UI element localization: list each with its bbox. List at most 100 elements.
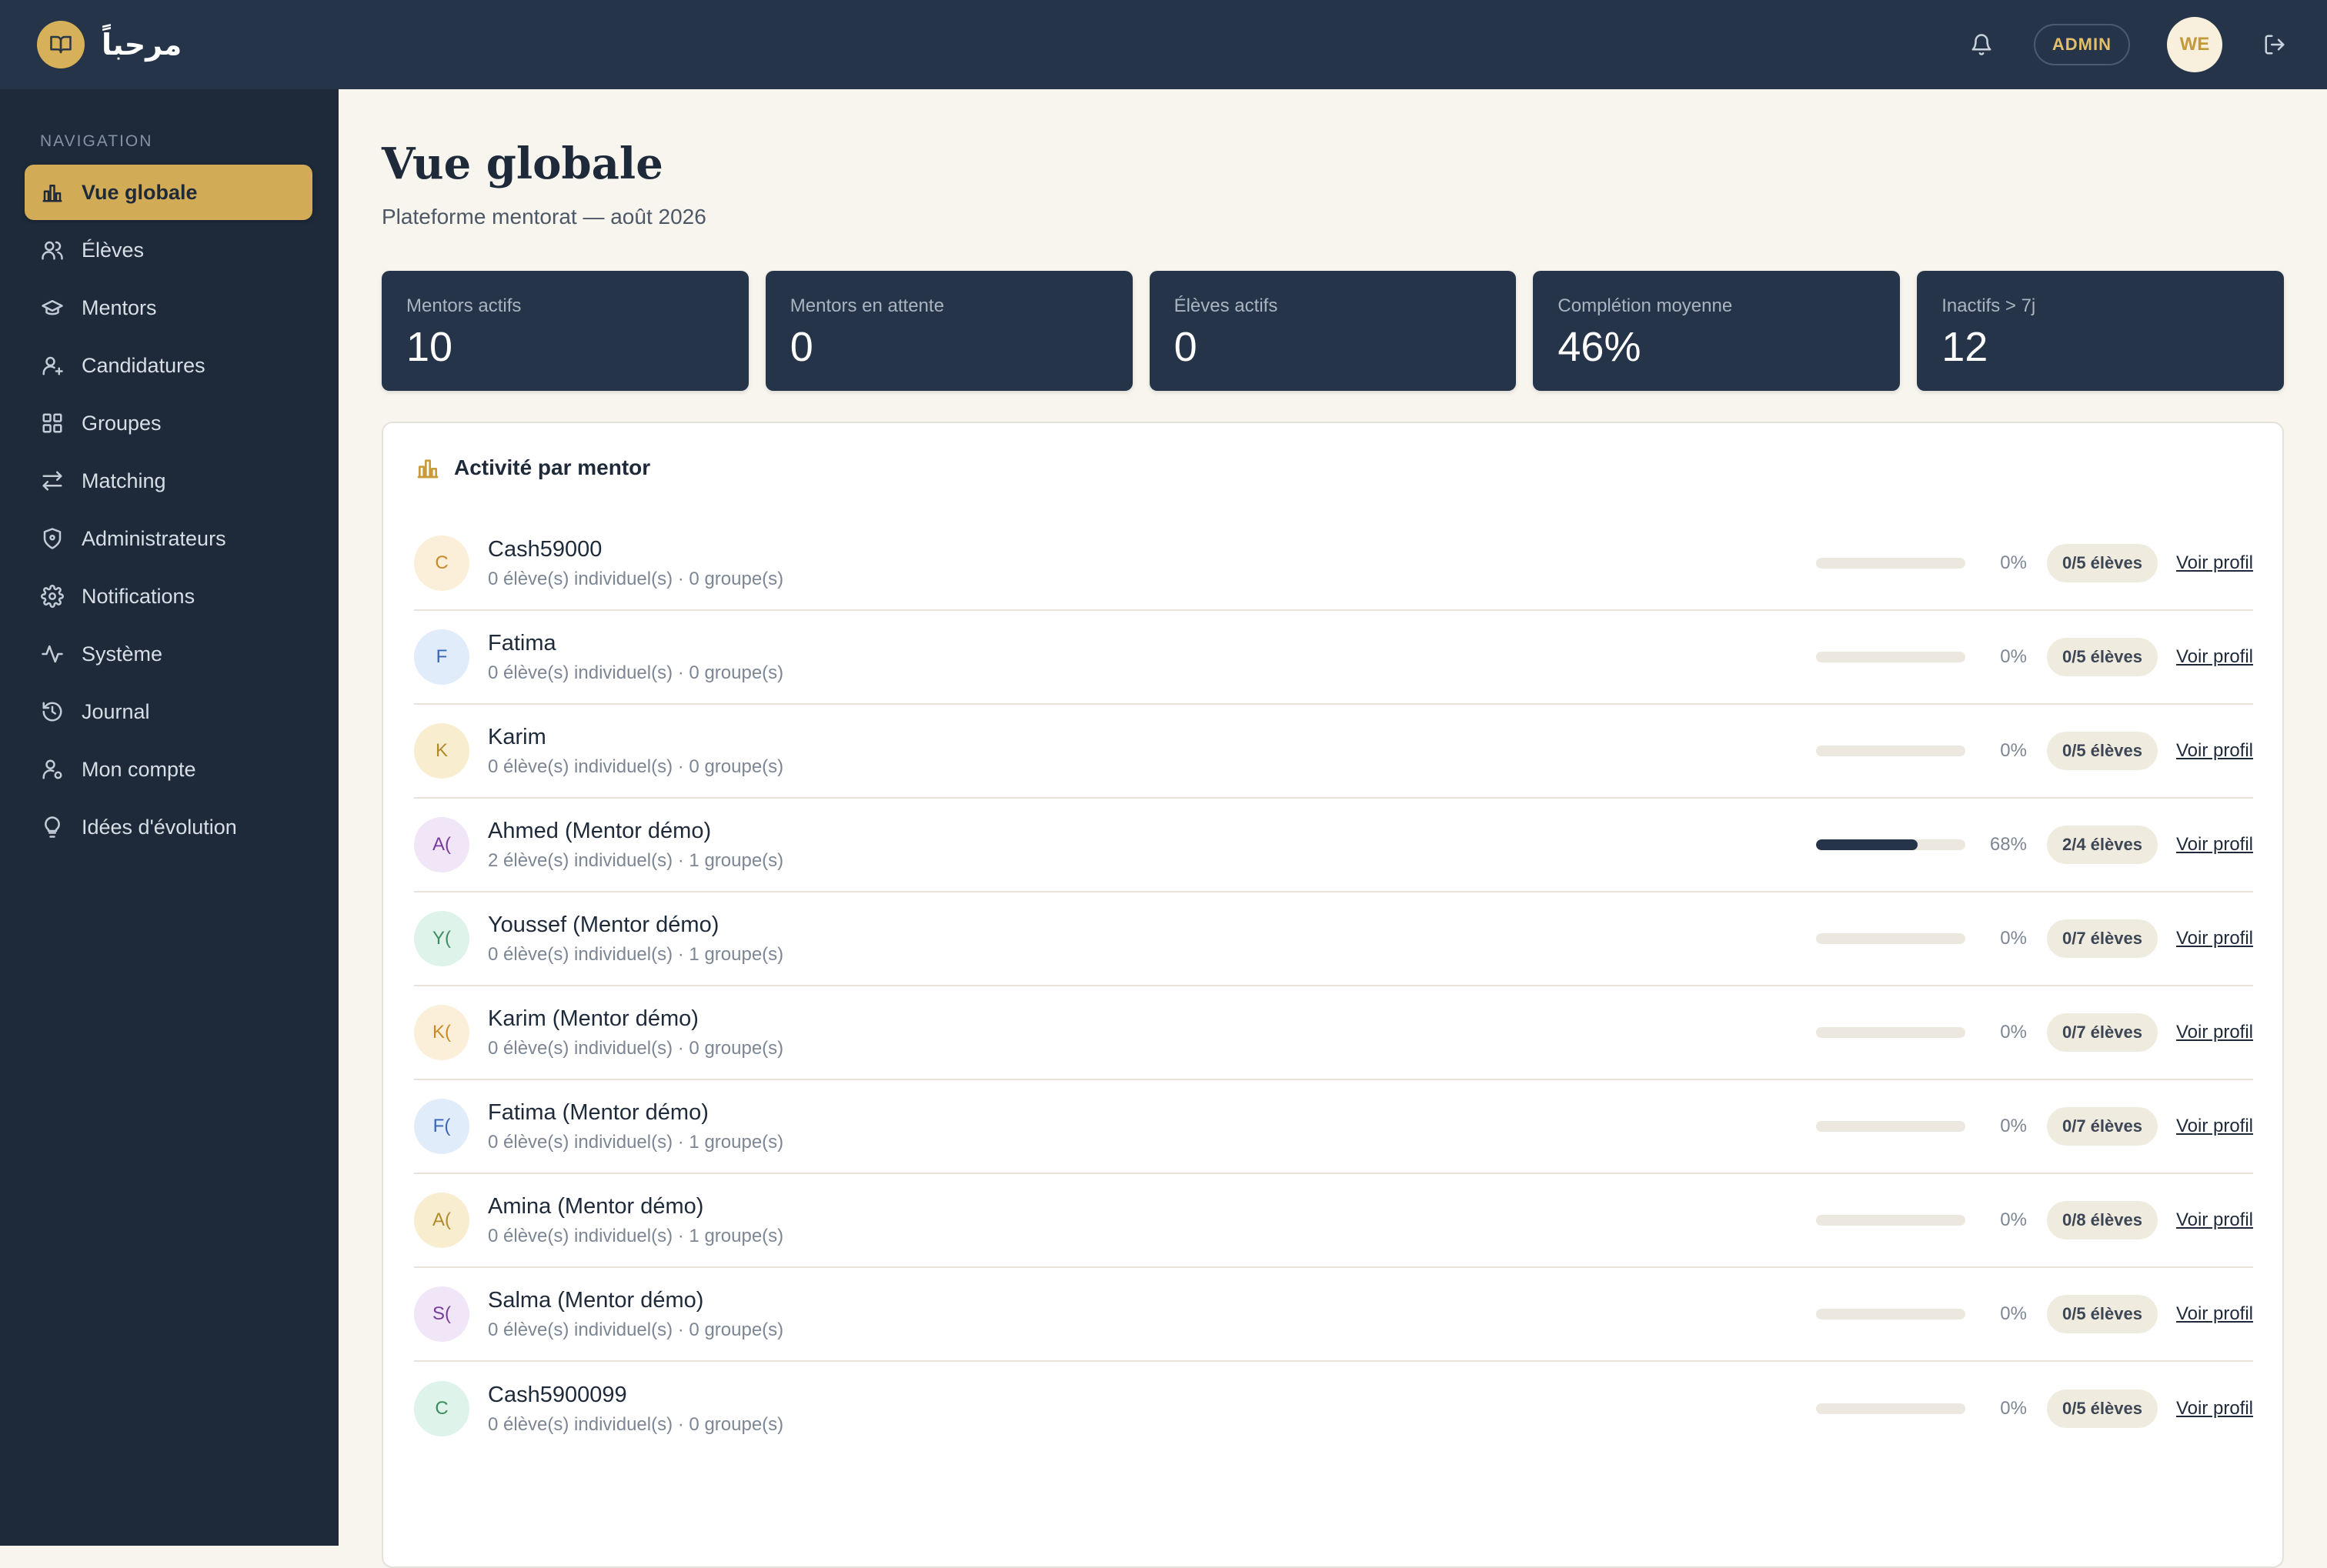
- mentor-row: K(Karim (Mentor démo) 0 élève(s) individu…: [414, 986, 2253, 1080]
- sidebar-item-vue-globale[interactable]: Vue globale: [25, 165, 312, 220]
- activity-icon: [40, 642, 65, 666]
- stat-value: 0: [1174, 324, 1197, 370]
- activity-card: Activité par mentor C Cash59000 0 élève(s)…: [382, 422, 2284, 1568]
- mentor-info: Salma (Mentor démo) 0 élève(s) individuel…: [488, 1288, 1816, 1341]
- mentor-name: Karim: [488, 724, 546, 749]
- stat-label: Élèves actifs: [1174, 295, 1278, 316]
- sidebar-item-label: Vue globale: [82, 180, 198, 204]
- mentor-list: C Cash59000 0 élève(s) individuel(s) · 0 g…: [414, 517, 2253, 1456]
- view-profile-link[interactable]: Voir profil: [2176, 552, 2253, 574]
- capacity-badge: 0/5 élèves: [2046, 544, 2158, 582]
- stat-value: 0: [790, 324, 813, 370]
- stat-label: Mentors actifs: [406, 295, 522, 316]
- progress-bar: [1815, 1403, 1965, 1414]
- mentor-row: C Cash59000 0 élève(s) individuel(s) · 0 g…: [414, 517, 2253, 611]
- view-profile-link[interactable]: Voir profil: [2176, 1116, 2253, 1137]
- mentor-summary: 0 élève(s) individuel(s) · 0 groupe(s): [488, 1319, 784, 1340]
- mentor-avatar: Y(: [414, 911, 469, 966]
- logout-icon[interactable]: [2259, 29, 2290, 60]
- mentor-summary: 2 élève(s) individuel(s) · 1 groupe(s): [488, 849, 784, 871]
- sidebar-item-eleves[interactable]: Élèves: [25, 222, 312, 278]
- sidebar-item-label: Groupes: [82, 411, 162, 435]
- view-profile-link[interactable]: Voir profil: [2176, 1398, 2253, 1420]
- mentor-row: A(Ahmed (Mentor démo) 2 élève(s) individu…: [414, 799, 2253, 892]
- sidebar-item-label: Mon compte: [82, 757, 196, 781]
- mentor-info: Fatima (Mentor démo) 0 élève(s) individue…: [488, 1100, 1816, 1153]
- sidebar-item-idees-d-evolution[interactable]: Idées d'évolution: [25, 799, 312, 855]
- stat-card: Mentors actifs 10: [382, 271, 749, 391]
- sidebar-item-label: Idées d'évolution: [82, 815, 237, 839]
- stat-label: Complétion moyenne: [1557, 295, 1733, 316]
- sidebar-item-systeme[interactable]: Système: [25, 626, 312, 682]
- stat-label: Inactifs > 7j: [1941, 295, 2036, 316]
- progress-percent: 0%: [2000, 1022, 2027, 1043]
- sidebar-item-administrateurs[interactable]: Administrateurs: [25, 511, 312, 566]
- user-plus-icon: [40, 353, 65, 378]
- top-actions: ADMIN WE: [1966, 17, 2290, 72]
- progress-bar: [1815, 652, 1965, 662]
- sidebar-item-label: Élèves: [82, 238, 145, 262]
- user-avatar[interactable]: WE: [2167, 17, 2222, 72]
- bar-chart-icon: [40, 180, 65, 205]
- brand[interactable]: مرحباً: [37, 21, 182, 68]
- user-settings-icon: [40, 757, 65, 782]
- mentor-info: Karim (Mentor démo) 0 élève(s) individuel…: [488, 1006, 1816, 1059]
- mentor-name: Cash59000: [488, 536, 603, 562]
- sidebar-item-mon-compte[interactable]: Mon compte: [25, 742, 312, 797]
- stat-value: 46%: [1557, 324, 1641, 370]
- activity-card-title: Activité par mentor: [416, 455, 650, 480]
- view-profile-link[interactable]: Voir profil: [2176, 928, 2253, 949]
- stat-card: Élèves actifs 0: [1149, 271, 1517, 391]
- mentor-avatar: F(: [414, 1099, 469, 1154]
- sidebar-item-notifications[interactable]: Notifications: [25, 569, 312, 624]
- mentor-info: Fatima 0 élève(s) individuel(s) · 0 group…: [488, 631, 1816, 684]
- view-profile-link[interactable]: Voir profil: [2176, 646, 2253, 668]
- main-content: Vue globale Plateforme mentorat — août 2…: [339, 89, 2327, 1568]
- mentor-name: Cash5900099: [488, 1382, 627, 1407]
- sidebar-item-mentors[interactable]: Mentors: [25, 280, 312, 335]
- sidebar: NAVIGATION Vue globale Élèves Mentors Candi…: [0, 89, 339, 1546]
- progress-bar: [1815, 558, 1965, 569]
- stat-value: 12: [1941, 324, 1988, 370]
- mentor-name: Fatima: [488, 630, 556, 656]
- stat-card: Mentors en attente 0: [765, 271, 1133, 391]
- progress-bar: [1815, 839, 1965, 850]
- mentor-avatar: C: [414, 535, 469, 591]
- progress-bar: [1815, 1027, 1965, 1038]
- sidebar-item-matching[interactable]: Matching: [25, 453, 312, 509]
- sidebar-item-label: Système: [82, 642, 163, 666]
- mentor-row: F( Fatima (Mentor démo) 0 élève(s) individ…: [414, 1080, 2253, 1174]
- bar-chart-icon: [416, 455, 440, 480]
- mentor-avatar: A(: [414, 1193, 469, 1248]
- view-profile-link[interactable]: Voir profil: [2176, 1209, 2253, 1231]
- view-profile-link[interactable]: Voir profil: [2176, 834, 2253, 856]
- view-profile-link[interactable]: Voir profil: [2176, 740, 2253, 762]
- gear-icon: [40, 584, 65, 609]
- book-icon: [37, 21, 85, 68]
- stat-value: 10: [406, 324, 453, 370]
- stat-card: Inactifs > 7j 12: [1917, 271, 2284, 391]
- capacity-badge: 0/7 élèves: [2046, 1013, 2158, 1052]
- lightbulb-icon: [40, 815, 65, 839]
- progress-percent: 0%: [2000, 1303, 2027, 1324]
- mentor-summary: 0 élève(s) individuel(s) · 1 groupe(s): [488, 943, 784, 965]
- sidebar-item-candidatures[interactable]: Candidatures: [25, 338, 312, 393]
- progress-bar: [1815, 1309, 1965, 1319]
- bell-icon[interactable]: [1966, 29, 1997, 60]
- sidebar-item-journal[interactable]: Journal: [25, 684, 312, 739]
- sidebar-item-label: Journal: [82, 699, 150, 723]
- progress-percent: 0%: [2000, 1398, 2027, 1419]
- mentor-row: C Cash5900099 0 élève(s) individuel(s) · 0…: [414, 1362, 2253, 1456]
- sidebar-item-groupes[interactable]: Groupes: [25, 395, 312, 451]
- mentor-summary: 0 élève(s) individuel(s) · 0 groupe(s): [488, 568, 784, 589]
- progress-percent: 0%: [2000, 1116, 2027, 1136]
- view-profile-link[interactable]: Voir profil: [2176, 1022, 2253, 1043]
- capacity-badge: 0/7 élèves: [2046, 919, 2158, 958]
- view-profile-link[interactable]: Voir profil: [2176, 1303, 2253, 1325]
- sidebar-item-label: Notifications: [82, 584, 195, 608]
- grid-icon: [40, 411, 65, 435]
- mentor-avatar: K: [414, 723, 469, 779]
- activity-title-label: Activité par mentor: [454, 455, 651, 479]
- mentor-summary: 0 élève(s) individuel(s) · 1 groupe(s): [488, 1131, 784, 1153]
- shield-icon: [40, 526, 65, 551]
